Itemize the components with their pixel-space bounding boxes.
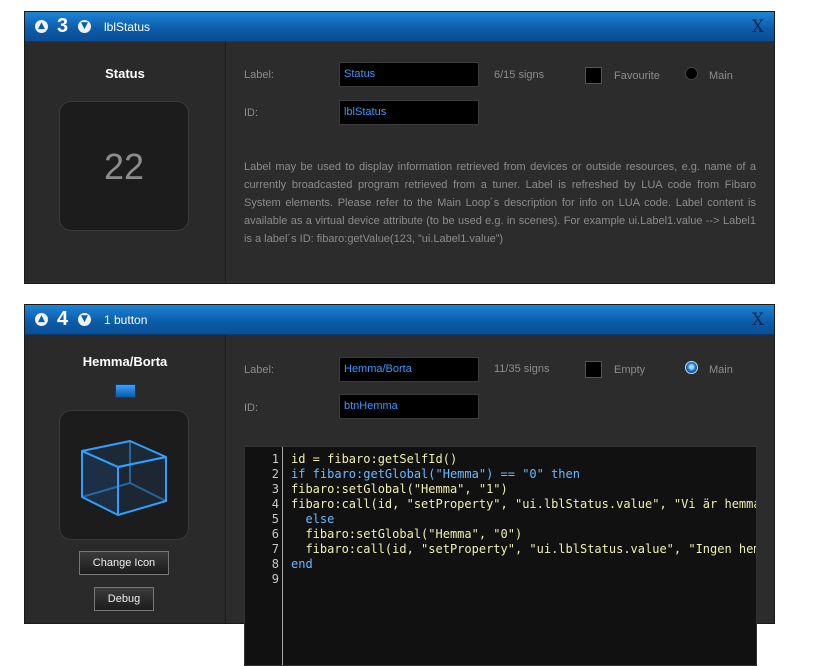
chevron-up-icon[interactable]: ▲ [35, 20, 48, 33]
code-line: id = fibaro:getSelfId() [291, 452, 458, 466]
empty-label: Empty [614, 364, 646, 376]
id-caption: ID: [244, 402, 259, 414]
chevron-down-icon[interactable]: ▼ [78, 20, 91, 33]
preview-box [59, 410, 189, 540]
cube-icon [81, 440, 167, 516]
code-line: if fibaro:getGlobal("Hemma") == "0" then [291, 467, 580, 481]
main-label: Main [709, 70, 733, 82]
main-radio[interactable] [685, 67, 698, 80]
code-line: fibaro:setGlobal("Hemma", "1") [291, 482, 508, 496]
main-label: Main [709, 364, 733, 376]
panel-title: 1 button [104, 313, 148, 327]
line-number: 3 [271, 482, 279, 496]
close-icon[interactable]: X [752, 17, 764, 37]
panel-1-button: ▲ 4 ▼ 1 button X Hemma/Borta Change Icon… [24, 304, 775, 666]
panel-lblstatus: ▲ 3 ▼ lblStatus X Status 22 Label: Statu… [24, 11, 775, 284]
main-radio[interactable] [685, 361, 698, 374]
line-number: 1 [271, 452, 279, 466]
label-input[interactable]: Status [339, 62, 479, 87]
close-icon[interactable]: X [752, 310, 764, 330]
id-caption: ID: [244, 107, 259, 119]
favourite-label: Favourite [614, 70, 660, 82]
signs-counter: 11/35 signs [494, 363, 550, 375]
chevron-down-icon[interactable]: ▼ [78, 313, 91, 326]
id-input[interactable]: lblStatus [339, 100, 479, 125]
id-input[interactable]: btnHemma [339, 394, 479, 419]
signs-counter: 6/15 signs [494, 69, 545, 81]
line-number: 6 [271, 527, 279, 541]
panel-number: 4 [57, 308, 69, 330]
line-number: 7 [271, 542, 279, 556]
preview-column: Status 22 [25, 42, 226, 283]
code-line: else [291, 512, 335, 526]
lua-code-editor[interactable]: 1 2 3 4 5 6 7 8 9 id = fibaro:getSelfId(… [244, 446, 757, 666]
panel-number: 3 [57, 15, 69, 37]
line-number: 9 [271, 572, 279, 586]
panel-title: lblStatus [104, 20, 151, 34]
preview-name: Status [105, 66, 145, 81]
change-icon-button[interactable]: Change Icon [79, 551, 169, 575]
line-number: 5 [271, 512, 279, 526]
status-indicator [115, 384, 136, 398]
panel-header: ▲ 4 ▼ 1 button X [25, 305, 774, 335]
chevron-up-icon[interactable]: ▲ [35, 313, 48, 326]
favourite-checkbox[interactable] [585, 67, 602, 84]
line-number: 4 [271, 497, 279, 511]
panel-header: ▲ 3 ▼ lblStatus X [25, 12, 774, 42]
preview-box: 22 [59, 101, 189, 231]
settings-column: Label: Hemma/Borta 11/35 signs Empty Mai… [226, 335, 774, 666]
settings-column: Label: Status 6/15 signs Favourite Main … [226, 42, 774, 283]
empty-checkbox[interactable] [585, 361, 602, 378]
code-line: fibaro:call(id, "setProperty", "ui.lblSt… [291, 497, 757, 511]
line-number: 2 [271, 467, 279, 481]
line-number-gutter: 1 2 3 4 5 6 7 8 9 [245, 447, 283, 665]
label-caption: Label: [244, 364, 274, 376]
code-line: fibaro:call(id, "setProperty", "ui.lblSt… [291, 542, 757, 556]
code-line: end [291, 557, 313, 571]
preview-column: Hemma/Borta Change Icon Debug [25, 335, 226, 623]
code-line: fibaro:setGlobal("Hemma", "0") [291, 527, 523, 541]
label-input[interactable]: Hemma/Borta [339, 357, 479, 382]
debug-button[interactable]: Debug [94, 587, 154, 611]
line-number: 8 [271, 557, 279, 571]
preview-value: 22 [103, 146, 145, 187]
label-description: Label may be used to display information… [244, 161, 756, 245]
label-caption: Label: [244, 69, 274, 81]
preview-name: Hemma/Borta [82, 354, 168, 369]
